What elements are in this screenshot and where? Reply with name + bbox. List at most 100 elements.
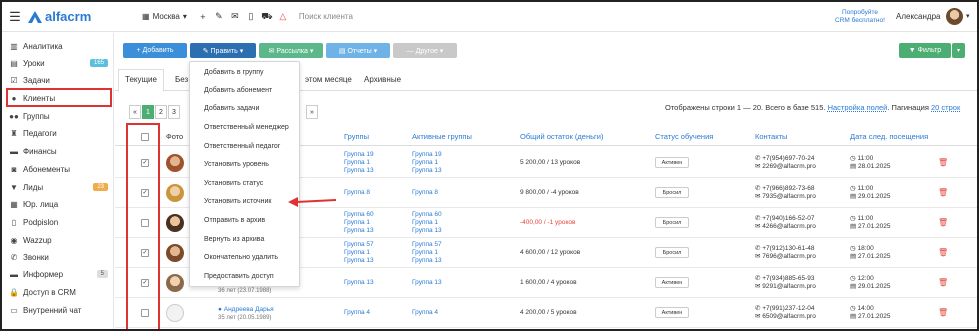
sidebar-item-label: Podpislon: [23, 217, 59, 227]
sidebar-item-teachers[interactable]: ♜ Педагоги: [8, 125, 112, 141]
sidebar-item-finance[interactable]: ▬ Финансы: [8, 143, 112, 159]
promo-link[interactable]: Попробуйте CRM бесплатно!: [828, 9, 892, 25]
search-input[interactable]: Поиск клиента: [299, 12, 353, 21]
phone-icon[interactable]: ▯: [243, 11, 259, 22]
status-badge[interactable]: Бросил: [655, 247, 689, 258]
calendar-icon: ▤: [850, 253, 858, 260]
groups-cell[interactable]: Группа 57 Группа 1 Группа 13: [344, 241, 374, 265]
wrench-icon[interactable]: ✎: [211, 11, 227, 22]
sidebar-item-analytics[interactable]: ▥ Аналитика: [8, 38, 112, 54]
menu-item-set-level[interactable]: Установить уровень: [204, 161, 269, 168]
client-photo[interactable]: [166, 244, 184, 262]
client-photo[interactable]: [166, 274, 184, 292]
envelope-icon[interactable]: ✉: [227, 11, 243, 22]
groups-cell[interactable]: Группа 19 Группа 1 Группа 13: [344, 151, 374, 175]
sidebar-item-access[interactable]: 🔒 Доступ в CRM: [8, 284, 112, 300]
client-photo[interactable]: [166, 184, 184, 202]
sidebar-item-legal[interactable]: ▦ Юр. лица: [8, 196, 112, 212]
groups-cell[interactable]: Группа 13: [344, 279, 374, 287]
tab-without[interactable]: Без: [175, 75, 188, 84]
trash-icon[interactable]: 🗑: [938, 308, 948, 317]
other-button[interactable]: — Другое ▾: [393, 43, 457, 58]
menu-item-set-status[interactable]: Установить статус: [204, 180, 263, 187]
menu-item-responsible-teacher[interactable]: Ответственный педагог: [204, 143, 280, 150]
page-3[interactable]: 3: [168, 105, 180, 119]
cart-icon[interactable]: ⛟: [259, 11, 275, 23]
mailing-button[interactable]: ✉ Рассылка ▾: [259, 43, 323, 58]
filter-dropdown-button[interactable]: ▾: [952, 43, 965, 58]
menu-item-set-source[interactable]: Установить источник: [204, 198, 271, 205]
active-groups-cell[interactable]: Группа 4: [412, 309, 438, 317]
col-status[interactable]: Статус обучения: [655, 132, 713, 141]
filter-button[interactable]: ▼ Фильтр: [899, 43, 951, 58]
sidebar-item-tasks[interactable]: ☑ Задачи: [8, 72, 112, 88]
user-name[interactable]: Александра: [896, 12, 940, 21]
bell-icon[interactable]: △: [275, 11, 291, 22]
active-groups-cell[interactable]: Группа 13: [412, 279, 442, 287]
menu-item-unarchive[interactable]: Вернуть из архива: [204, 236, 264, 243]
avatar[interactable]: [946, 8, 963, 25]
menu-item-responsible-manager[interactable]: Ответственный менеджер: [204, 124, 289, 131]
active-groups-cell[interactable]: Группа 57 Группа 1 Группа 13: [412, 241, 442, 265]
fields-settings-link[interactable]: Настройка полей: [828, 103, 888, 112]
menu-item-add-subscription[interactable]: Добавить абонемент: [204, 87, 272, 94]
col-groups[interactable]: Группы: [344, 132, 369, 141]
trash-icon[interactable]: 🗑: [938, 158, 948, 167]
add-button[interactable]: + Добавить: [123, 43, 187, 58]
sidebar-item-groups[interactable]: ●● Группы: [8, 108, 112, 124]
menu-item-add-to-group[interactable]: Добавить в группу: [204, 69, 264, 76]
sidebar-item-subscriptions[interactable]: ◙ Абонементы: [8, 161, 112, 177]
status-badge[interactable]: Активен: [655, 157, 689, 168]
active-groups-cell[interactable]: Группа 8: [412, 189, 438, 197]
status-badge[interactable]: Бросил: [655, 217, 689, 228]
page-size-link[interactable]: 20 строк: [931, 103, 960, 112]
sidebar-item-leads[interactable]: ▼ Лиды 23: [8, 179, 112, 195]
edit-button[interactable]: ✎ Править ▾: [190, 43, 256, 58]
tab-current[interactable]: Текущие: [125, 75, 157, 84]
sidebar-item-wazzup[interactable]: ◉ Wazzup: [8, 232, 112, 248]
col-contacts[interactable]: Контакты: [755, 132, 787, 141]
sidebar-item-chat[interactable]: ▭ Внутренний чат: [8, 302, 112, 318]
tab-this-month[interactable]: этом месяце: [305, 75, 352, 84]
client-photo[interactable]: [166, 214, 184, 232]
doc-icon: ▯: [11, 217, 17, 227]
trash-icon[interactable]: 🗑: [938, 188, 948, 197]
tab-archive[interactable]: Архивные: [364, 75, 401, 84]
menu-item-archive[interactable]: Отправить в архив: [204, 217, 265, 224]
status-badge[interactable]: Активен: [655, 277, 689, 288]
sidebar-item-lessons[interactable]: ▤ Уроки 165: [8, 55, 112, 71]
trash-icon[interactable]: 🗑: [938, 278, 948, 287]
sidebar-item-podpislon[interactable]: ▯ Podpislon: [8, 214, 112, 230]
groups-cell[interactable]: Группа 60 Группа 1 Группа 13: [344, 211, 374, 235]
client-photo[interactable]: [166, 154, 184, 172]
page-1[interactable]: 1: [142, 105, 154, 119]
menu-item-grant-access[interactable]: Предоставить доступ: [204, 273, 274, 280]
active-groups-cell[interactable]: Группа 60 Группа 1 Группа 13: [412, 211, 442, 235]
active-groups-cell[interactable]: Группа 19 Группа 1 Группа 13: [412, 151, 442, 175]
groups-cell[interactable]: Группа 8: [344, 189, 370, 197]
groups-cell[interactable]: Группа 4: [344, 309, 370, 317]
plus-icon[interactable]: +: [195, 12, 211, 22]
client-name[interactable]: ● Андреева Дарья: [218, 306, 274, 314]
trash-icon[interactable]: 🗑: [938, 218, 948, 227]
client-photo-placeholder[interactable]: [166, 304, 184, 322]
trash-icon[interactable]: 🗑: [938, 248, 948, 257]
page-last[interactable]: »: [306, 105, 318, 119]
logo[interactable]: alfacrm: [28, 9, 104, 24]
city-selector[interactable]: ▦ Москва ▾: [142, 12, 187, 21]
col-balance[interactable]: Общий остаток (деньги): [520, 132, 603, 141]
page-first[interactable]: «: [129, 105, 141, 119]
table-row[interactable]: ● Андреева Дарья 35 лет (20.05.1989) Гру…: [115, 298, 977, 328]
col-active-groups[interactable]: Активные группы: [412, 132, 472, 141]
col-next-visit[interactable]: Дата след. посещения: [850, 132, 928, 141]
status-badge[interactable]: Бросил: [655, 187, 689, 198]
menu-item-add-tasks[interactable]: Добавить задачи: [204, 105, 259, 112]
reports-button[interactable]: ▤ Отчеты ▾: [326, 43, 390, 58]
sidebar-item-calls[interactable]: ✆ Звонки: [8, 249, 112, 265]
menu-icon[interactable]: ☰: [2, 9, 28, 25]
page-2[interactable]: 2: [155, 105, 167, 119]
menu-item-delete[interactable]: Окончательно удалить: [204, 254, 278, 261]
chevron-down-icon[interactable]: ▾: [966, 12, 970, 20]
sidebar-item-informer[interactable]: ▬ Информер 5: [8, 266, 112, 282]
status-badge[interactable]: Активен: [655, 307, 689, 318]
